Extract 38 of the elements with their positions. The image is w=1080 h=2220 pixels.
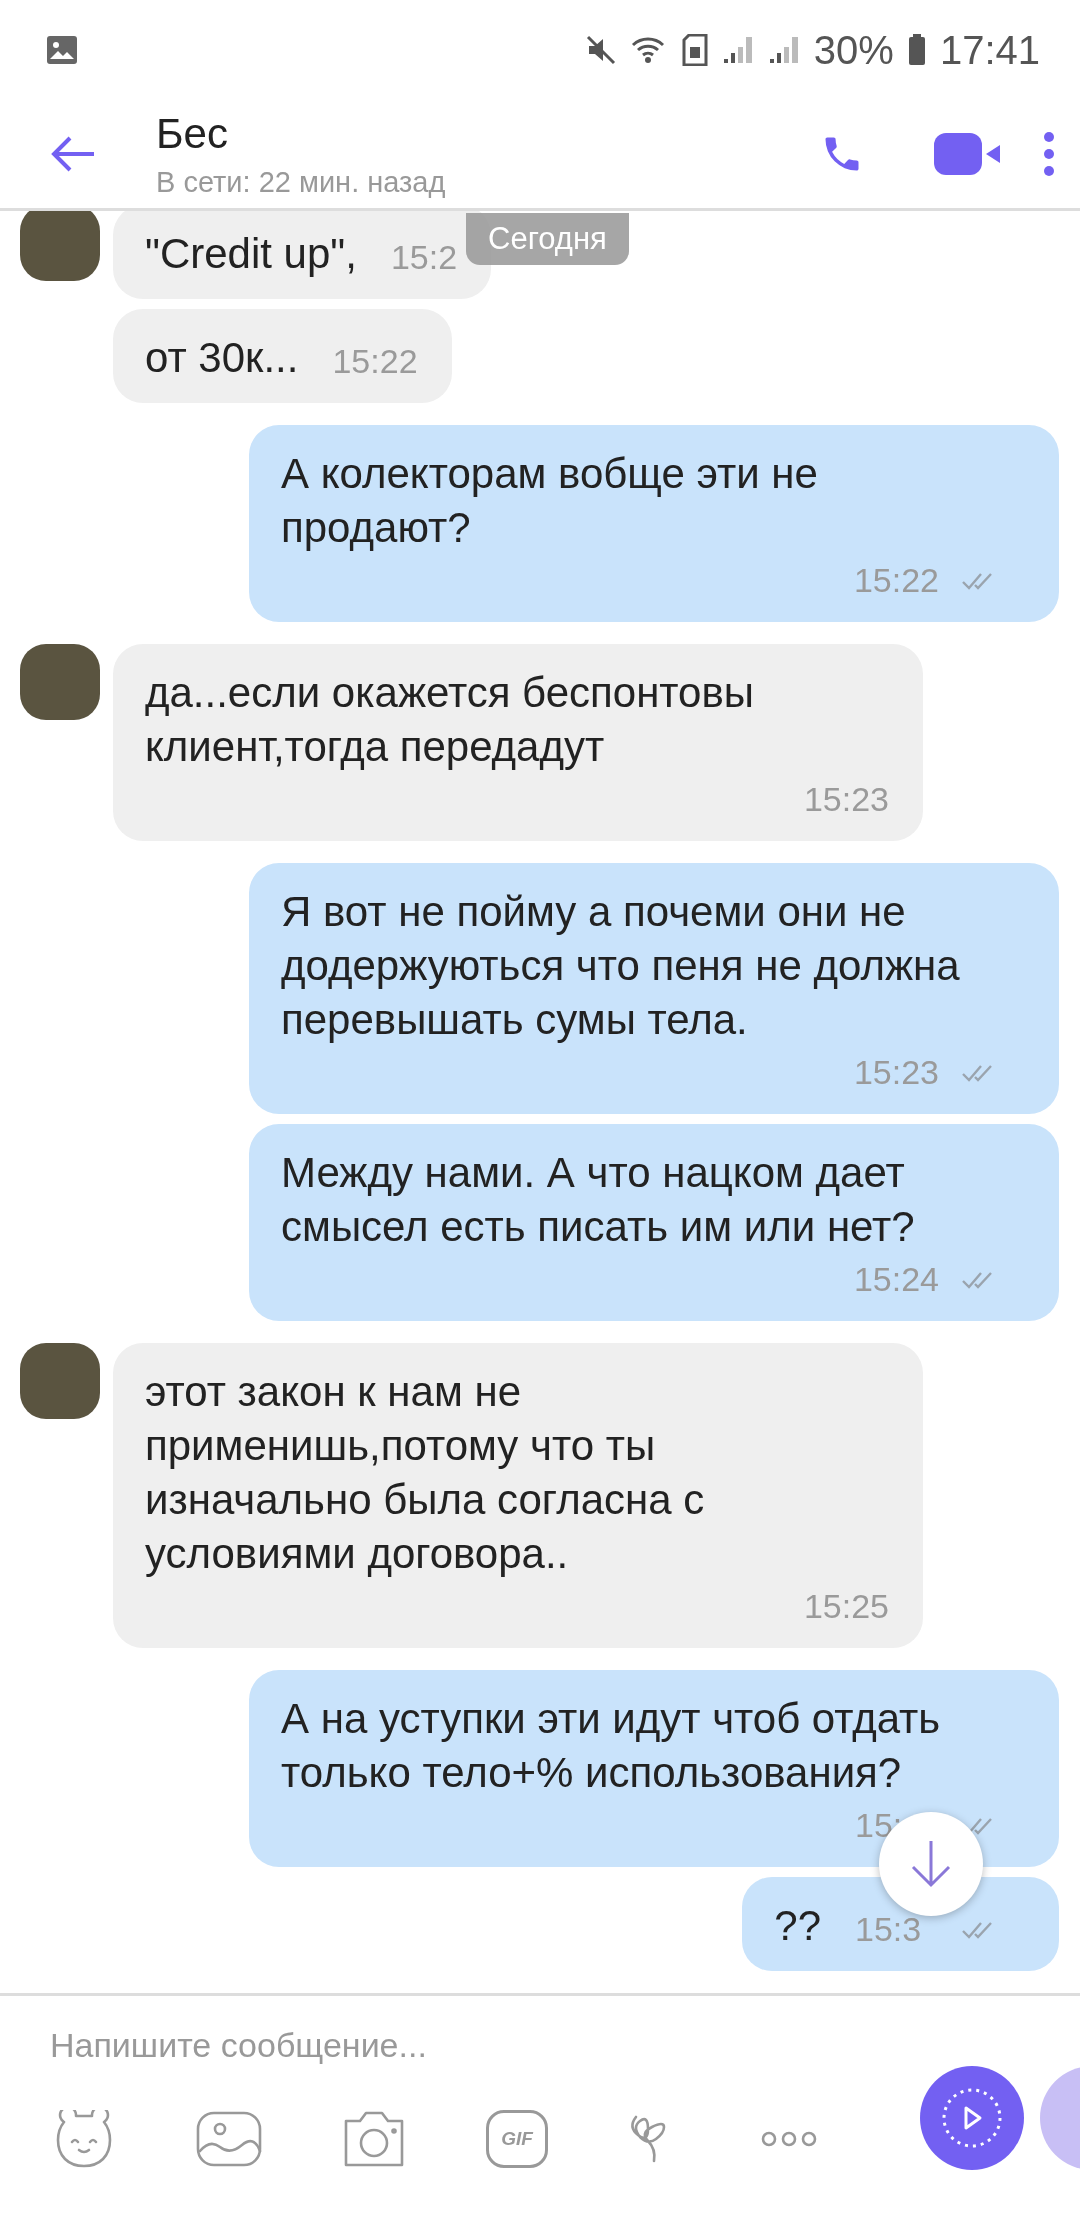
message-text: А на уступки эти идут чтоб отдать только тело+% использования? <box>281 1694 942 1798</box>
clock-time: 17:41 <box>939 27 1040 73</box>
battery-percent: 30% <box>813 27 894 73</box>
signal-icon <box>767 35 800 65</box>
message-text: Я вот не пойму а почеми они не додержуються что пеня не должна перевышать сумы тела. <box>281 887 961 1045</box>
message-time: 15:24 <box>853 1260 939 1299</box>
message-text: да...если окажется беспонтовы клиент,тогда передадут <box>145 668 755 772</box>
last-seen-status: В сети: 22 мин. назад <box>156 165 447 199</box>
gif-button[interactable]: GIF <box>486 2110 548 2168</box>
more-options-button[interactable] <box>1042 131 1056 177</box>
message-text: от 30к... <box>145 333 299 383</box>
battery-icon <box>907 34 926 66</box>
message-input[interactable]: Напишите сообщение... <box>50 2026 850 2065</box>
message-text: этот закон к нам не применишь,потому что ты изначально была согласна с условиями договора.. <box>145 1367 706 1579</box>
message-text: Между нами. А что нацком дает смысел есть писать им или нет? <box>281 1148 916 1252</box>
more-button[interactable] <box>760 2130 818 2148</box>
contact-name: Бес <box>156 109 229 158</box>
message-text: "Credit up", <box>145 229 357 279</box>
signal-icon <box>721 35 754 65</box>
sim-icon <box>681 34 708 66</box>
play-icon <box>940 2086 1004 2150</box>
message-time: 15:23 <box>803 780 889 819</box>
mute-icon <box>585 35 616 65</box>
message-time: 15:23 <box>853 1053 939 1092</box>
message-time: 15:22 <box>332 342 418 381</box>
back-button[interactable] <box>50 136 96 172</box>
message-time: 15:22 <box>853 561 939 600</box>
message-time: 15:2 <box>390 238 458 277</box>
message-text: ?? <box>774 1901 821 1951</box>
date-badge: Сегодня <box>466 213 629 265</box>
message-time: 15:25 <box>803 1587 889 1626</box>
gallery-button[interactable] <box>196 2111 262 2167</box>
arrow-down-icon <box>909 1839 953 1889</box>
message-time: 15: <box>855 1806 904 1845</box>
video-call-button[interactable] <box>934 133 1002 175</box>
message-text: А колекторам вобще эти не продают? <box>281 449 819 553</box>
image-icon <box>46 35 78 65</box>
message-time: 15:3 <box>855 1910 923 1949</box>
